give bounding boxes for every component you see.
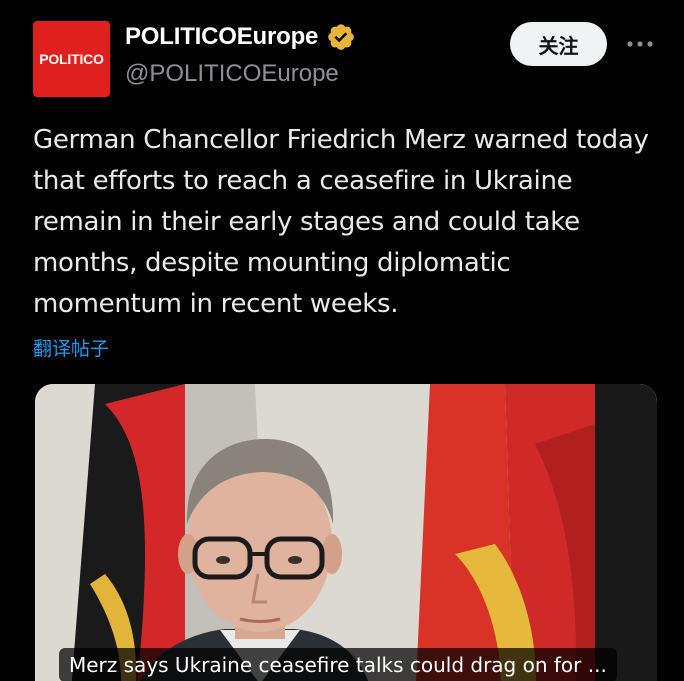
- display-name[interactable]: POLITICOEurope: [125, 23, 318, 51]
- link-card-image[interactable]: [35, 384, 657, 681]
- author-handle[interactable]: @POLITICOEurope: [125, 60, 339, 88]
- avatar[interactable]: POLITICO: [33, 21, 110, 97]
- more-horizontal-icon: [627, 35, 653, 53]
- verified-badge-icon: [326, 22, 356, 52]
- photo-illustration: [35, 384, 657, 681]
- link-card-title[interactable]: Merz says Ukraine ceasefire talks could …: [59, 648, 617, 681]
- translate-post-link[interactable]: 翻译帖子: [33, 334, 109, 361]
- tweet-text: German Chancellor Friedrich Merz warned …: [33, 125, 649, 319]
- author-name-row: POLITICOEurope: [125, 22, 356, 52]
- follow-button[interactable]: 关注: [510, 22, 607, 66]
- avatar-logo-text: POLITICO: [39, 51, 104, 67]
- more-options-button[interactable]: [624, 30, 656, 58]
